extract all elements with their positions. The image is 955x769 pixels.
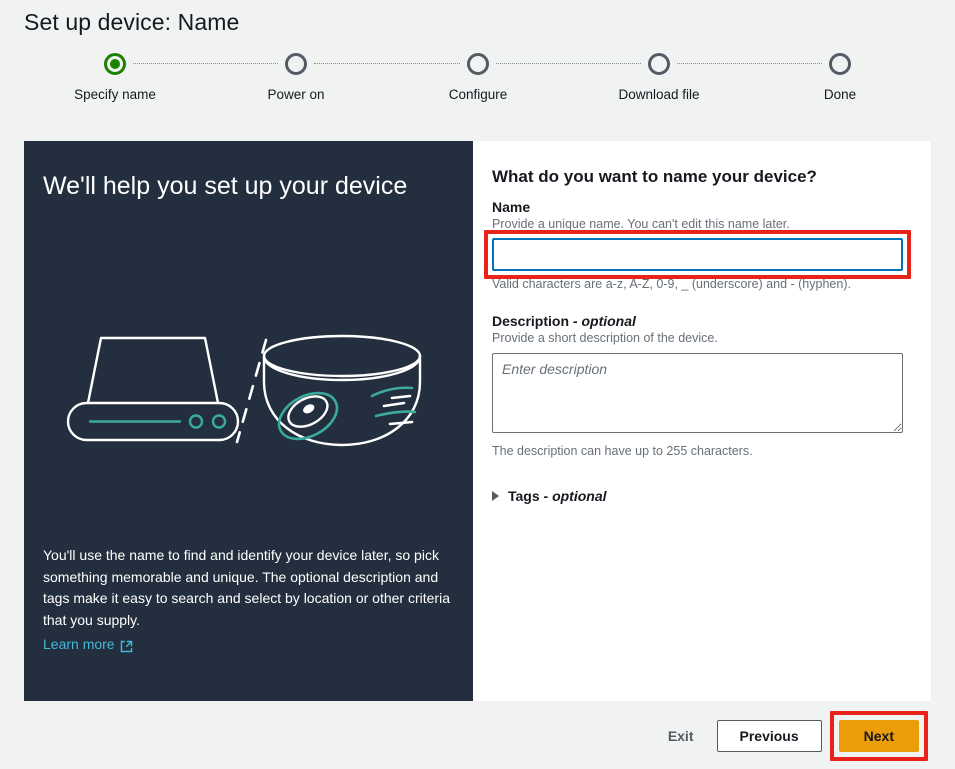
step-circle-icon: [648, 53, 670, 75]
step-circle-icon: [829, 53, 851, 75]
description-field-label-optional: optional: [581, 312, 636, 329]
stepper-step-label: Done: [823, 87, 857, 102]
stepper-step-specify-name[interactable]: Specify name: [35, 50, 195, 102]
tags-expander-label: Tags - optional: [508, 488, 607, 504]
page-title: Set up device: Name: [24, 9, 240, 35]
next-button-holder: Next: [829, 711, 928, 761]
name-input-holder: [484, 229, 911, 279]
step-circle-icon: [467, 53, 489, 75]
description-field-description: Provide a short description of the devic…: [492, 330, 718, 345]
name-field-hint: Valid characters are a-z, A-Z, 0-9, _ (u…: [492, 276, 851, 291]
info-panel-heading: We'll help you set up your device: [43, 172, 408, 200]
step-circle-icon: [285, 53, 307, 75]
stepper-step-configure[interactable]: Configure: [398, 50, 558, 102]
next-button[interactable]: Next: [838, 720, 919, 752]
description-field-label-main: Description -: [492, 312, 582, 329]
appliance-and-camera-illustration: [54, 326, 444, 456]
name-field-label: Name: [492, 199, 531, 215]
stepper-step-label: Configure: [448, 87, 508, 102]
tags-label-main: Tags -: [508, 487, 553, 504]
stepper-step-done[interactable]: Done: [760, 50, 920, 102]
stepper-step-power-on[interactable]: Power on: [216, 50, 376, 102]
info-panel-body-text: You'll use the name to find and identify…: [43, 547, 450, 629]
learn-more-link[interactable]: Learn more: [43, 634, 133, 656]
form-panel: What do you want to name your device? Na…: [473, 141, 931, 701]
wizard-page: Set up device: Name Specify name Power on…: [0, 0, 955, 769]
name-field-description: Provide a unique name. You can't edit th…: [492, 217, 790, 231]
triangle-right-icon: [492, 490, 499, 501]
learn-more-label: Learn more: [43, 635, 115, 652]
name-input[interactable]: [492, 237, 903, 271]
info-panel: We'll help you set up your device You'll…: [24, 141, 473, 701]
step-active-circle-icon: [104, 53, 126, 75]
stepper-step-label: Specify name: [74, 87, 156, 102]
exit-button[interactable]: Exit: [662, 722, 700, 750]
tags-expander[interactable]: Tags - optional: [492, 488, 903, 504]
tags-label-optional: optional: [552, 487, 607, 504]
info-panel-body: You'll use the name to find and identify…: [43, 545, 461, 655]
wizard-footer: Exit Previous Next: [24, 711, 931, 761]
external-link-icon: [120, 638, 133, 653]
wizard-stepper: Specify name Power on Configure Download fi…: [24, 50, 931, 120]
form-title: What do you want to name your device?: [492, 167, 817, 186]
description-textarea[interactable]: [492, 352, 903, 433]
previous-button[interactable]: Previous: [716, 720, 822, 752]
description-field-label: Description - optional: [492, 313, 903, 329]
stepper-step-label: Download file: [618, 87, 700, 102]
description-field-hint: The description can have up to 255 chara…: [492, 443, 753, 458]
stepper-step-label: Power on: [267, 87, 325, 102]
stepper-step-download-file[interactable]: Download file: [579, 50, 739, 102]
